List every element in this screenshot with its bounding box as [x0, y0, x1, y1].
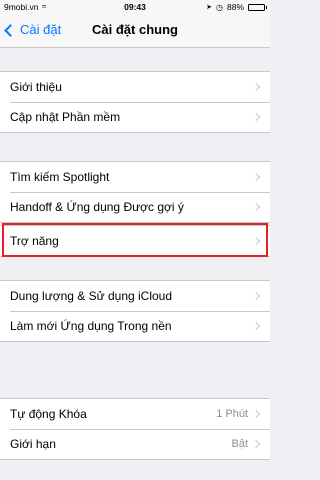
- row-auto-lock[interactable]: Tự động Khóa 1 Phút: [0, 399, 270, 429]
- row-label: Trợ năng: [10, 234, 59, 248]
- row-label: Tự động Khóa: [10, 407, 87, 421]
- battery-percent: 88%: [226, 2, 244, 12]
- chevron-right-icon: [251, 439, 261, 449]
- row-restrictions[interactable]: Giới hạn Bật: [0, 429, 270, 459]
- battery-icon: [248, 3, 267, 11]
- settings-group-about: Giới thiệu Cập nhật Phần mềm: [0, 71, 270, 133]
- row-label: Giới hạn: [10, 437, 56, 451]
- row-handoff[interactable]: Handoff & Ứng dụng Được gợi ý: [0, 192, 270, 222]
- status-right: ➤ ◷ 88%: [206, 2, 267, 12]
- row-accessibility[interactable]: Trợ năng: [0, 226, 270, 256]
- row-background-refresh[interactable]: Làm mới Ứng dụng Trong nền: [0, 311, 270, 341]
- chevron-right-icon: [251, 202, 261, 212]
- row-label: Làm mới Ứng dụng Trong nền: [10, 319, 172, 333]
- settings-group-storage: Dung lượng & Sử dụng iCloud Làm mới Ứng …: [0, 280, 270, 342]
- settings-group-spotlight: Tìm kiếm Spotlight Handoff & Ứng dụng Đư…: [0, 161, 270, 223]
- row-label: Tìm kiếm Spotlight: [10, 170, 110, 184]
- row-label: Cập nhật Phần mềm: [10, 110, 121, 124]
- row-software-update[interactable]: Cập nhật Phần mềm: [0, 102, 270, 132]
- row-label: Dung lượng & Sử dụng iCloud: [10, 289, 173, 303]
- row-about[interactable]: Giới thiệu: [0, 72, 270, 102]
- row-storage-icloud[interactable]: Dung lượng & Sử dụng iCloud: [0, 281, 270, 311]
- page-title: Cài đặt chung: [92, 22, 178, 37]
- row-spotlight-search[interactable]: Tìm kiếm Spotlight: [0, 162, 270, 192]
- row-value: Bật: [231, 438, 248, 450]
- chevron-right-icon: [251, 172, 261, 182]
- row-value: 1 Phút: [216, 408, 248, 420]
- chevron-right-icon: [251, 112, 261, 122]
- settings-group-accessibility: Trợ năng: [0, 225, 270, 257]
- location-icon: ➤: [206, 4, 212, 11]
- settings-group-lock: Tự động Khóa 1 Phút Giới hạn Bật: [0, 398, 270, 460]
- chevron-right-icon: [251, 236, 261, 246]
- chevron-right-icon: [251, 409, 261, 419]
- alarm-icon: ◷: [216, 2, 223, 12]
- chevron-right-icon: [251, 291, 261, 301]
- navigation-bar: Cài đặt Cài đặt chung: [0, 14, 270, 48]
- chevron-right-icon: [251, 321, 261, 331]
- row-label: Handoff & Ứng dụng Được gợi ý: [10, 200, 184, 214]
- row-label: Giới thiệu: [10, 80, 62, 94]
- chevron-right-icon: [251, 82, 261, 92]
- status-bar: 9mobi.vn ≈ 09:43 ➤ ◷ 88%: [0, 0, 270, 14]
